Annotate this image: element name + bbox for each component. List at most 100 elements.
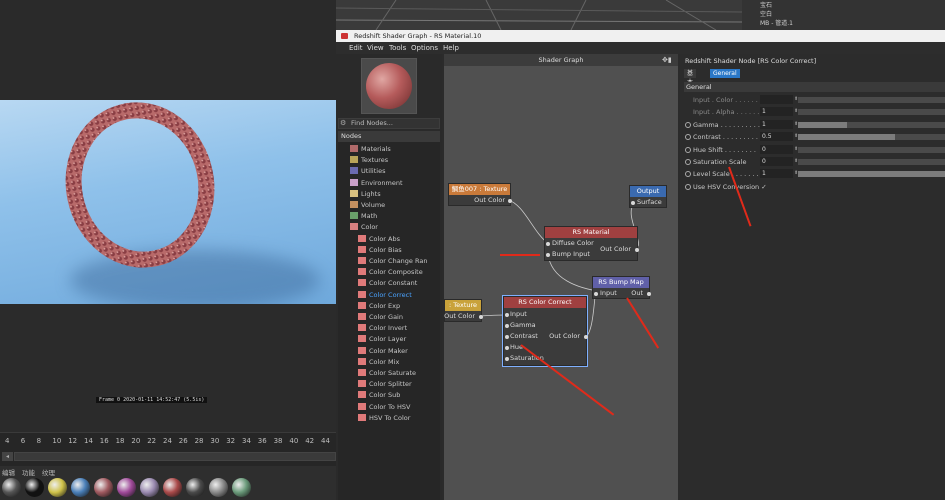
object-row[interactable]: MB - 管道.1: [760, 18, 793, 27]
tree-node-item[interactable]: Color Constant: [358, 278, 417, 289]
port-socket[interactable]: [508, 199, 512, 203]
output-node[interactable]: Output Surface: [629, 185, 667, 208]
material-menu-texture[interactable]: 纹理: [42, 467, 55, 477]
texture-node[interactable]: 鲷鱼007 : Texture Out Color: [448, 183, 512, 206]
timeline-scrollbar[interactable]: [14, 452, 336, 461]
tree-node-item[interactable]: Color Correct: [358, 290, 412, 301]
port-socket[interactable]: [635, 248, 639, 252]
tree-category[interactable]: Lights: [350, 189, 381, 200]
param-slider[interactable]: [798, 146, 945, 153]
material-swatch[interactable]: [48, 478, 67, 497]
param-value-field[interactable]: 0: [760, 144, 793, 154]
port-socket[interactable]: [505, 346, 509, 350]
param-slider[interactable]: [798, 109, 945, 116]
param-slider[interactable]: [798, 121, 945, 128]
port-socket[interactable]: [647, 292, 651, 296]
port-socket[interactable]: [505, 335, 509, 339]
keyframe-icon[interactable]: [685, 159, 691, 165]
param-slider[interactable]: [798, 159, 945, 165]
material-swatch[interactable]: [140, 478, 159, 497]
material-swatch[interactable]: [94, 478, 113, 497]
keyframe-icon[interactable]: [685, 121, 691, 128]
port-socket[interactable]: [631, 201, 635, 205]
tree-node-item[interactable]: Color Change Ran: [358, 256, 427, 267]
material-swatch[interactable]: [71, 478, 90, 497]
port-socket[interactable]: [505, 313, 509, 317]
tree-node-item[interactable]: Color Sub: [358, 390, 400, 401]
keyframe-icon[interactable]: [685, 146, 691, 153]
tree-category[interactable]: Textures: [350, 155, 388, 166]
param-slider[interactable]: [798, 134, 945, 141]
color-correct-node[interactable]: RS Color Correct Input Gamma Contrast Hu…: [502, 295, 588, 367]
port-out-color: Out Color: [444, 312, 475, 320]
material-swatch[interactable]: [117, 478, 136, 497]
object-row[interactable]: 宝石: [760, 0, 772, 9]
settings-gear-icon[interactable]: ⚙: [340, 119, 346, 127]
material-swatch[interactable]: [209, 478, 228, 497]
tree-category-label: Math: [361, 212, 378, 221]
param-value-field[interactable]: [760, 95, 793, 104]
material-swatch[interactable]: [186, 478, 205, 497]
category-color-icon: [350, 178, 358, 186]
menu-options[interactable]: Options: [411, 44, 438, 52]
tree-node-item[interactable]: Color Saturate: [358, 368, 416, 379]
tab-general[interactable]: General: [710, 69, 740, 78]
timeline-scroll-left-button[interactable]: ◂: [2, 452, 13, 461]
tree-category[interactable]: Utilities: [350, 166, 385, 177]
port-socket[interactable]: [505, 357, 509, 361]
material-swatch[interactable]: [2, 478, 21, 497]
param-value-field[interactable]: 1: [760, 169, 793, 179]
tree-node-item[interactable]: Color Composite: [358, 267, 423, 278]
tree-category[interactable]: Math: [350, 211, 377, 222]
tree-node-item[interactable]: Color To HSV: [358, 402, 410, 413]
object-row[interactable]: 空白: [760, 9, 772, 18]
tree-node-item[interactable]: HSV To Color: [358, 413, 410, 424]
tree-node-item[interactable]: Color Maker: [358, 346, 408, 357]
keyframe-icon[interactable]: [685, 171, 691, 178]
menu-help[interactable]: Help: [443, 44, 459, 52]
keyframe-icon[interactable]: [685, 183, 691, 190]
port-socket[interactable]: [584, 335, 588, 339]
keyframe-icon[interactable]: [685, 134, 691, 141]
tree-node-item[interactable]: Color Layer: [358, 334, 406, 345]
wireframe-viewport[interactable]: [336, 0, 742, 30]
menu-tools[interactable]: Tools: [389, 44, 406, 52]
material-swatch[interactable]: [25, 478, 44, 497]
material-menu-function[interactable]: 功能: [22, 467, 35, 477]
texture-node[interactable]: : Texture Out Color: [444, 299, 483, 322]
material-swatch[interactable]: [163, 478, 182, 497]
tree-category[interactable]: Color: [350, 222, 378, 233]
tree-category[interactable]: Environment: [350, 178, 403, 189]
port-socket[interactable]: [479, 315, 483, 319]
param-slider[interactable]: [798, 97, 945, 103]
move-icon[interactable]: ✥▮: [662, 56, 672, 64]
param-slider[interactable]: [798, 171, 945, 178]
port-socket[interactable]: [546, 242, 550, 246]
tree-node-item[interactable]: Color Invert: [358, 323, 407, 334]
tree-node-item[interactable]: Color Exp: [358, 301, 400, 312]
tree-category[interactable]: Volume: [350, 200, 385, 211]
menu-edit[interactable]: Edit: [349, 44, 363, 52]
port-socket[interactable]: [505, 324, 509, 328]
param-value-field[interactable]: 1: [760, 107, 793, 117]
port-socket[interactable]: [594, 292, 598, 296]
tree-node-item[interactable]: Color Abs: [358, 234, 400, 245]
param-value-field[interactable]: 0: [760, 157, 793, 166]
tree-category[interactable]: Materials: [350, 144, 391, 155]
render-viewport[interactable]: [0, 100, 336, 304]
rs-material-node[interactable]: RS Material Diffuse Color Bump Input Out…: [544, 226, 639, 261]
param-value-field[interactable]: 0.5: [760, 132, 793, 142]
menu-view[interactable]: View: [367, 44, 384, 52]
tree-node-item[interactable]: Color Bias: [358, 245, 402, 256]
bump-map-node[interactable]: RS Bump Map Input Out: [592, 276, 651, 299]
material-swatch[interactable]: [232, 478, 251, 497]
tree-node-item[interactable]: Color Mix: [358, 357, 399, 368]
param-value-field[interactable]: 1: [760, 119, 793, 129]
material-menu-edit[interactable]: 编辑: [2, 467, 15, 477]
tab-basic[interactable]: 基本: [684, 69, 697, 86]
tree-node-item[interactable]: Color Gain: [358, 312, 403, 323]
category-color-icon: [350, 223, 358, 231]
port-socket[interactable]: [546, 253, 550, 257]
tree-node-label: HSV To Color: [369, 413, 411, 422]
tree-node-item[interactable]: Color Splitter: [358, 379, 412, 390]
